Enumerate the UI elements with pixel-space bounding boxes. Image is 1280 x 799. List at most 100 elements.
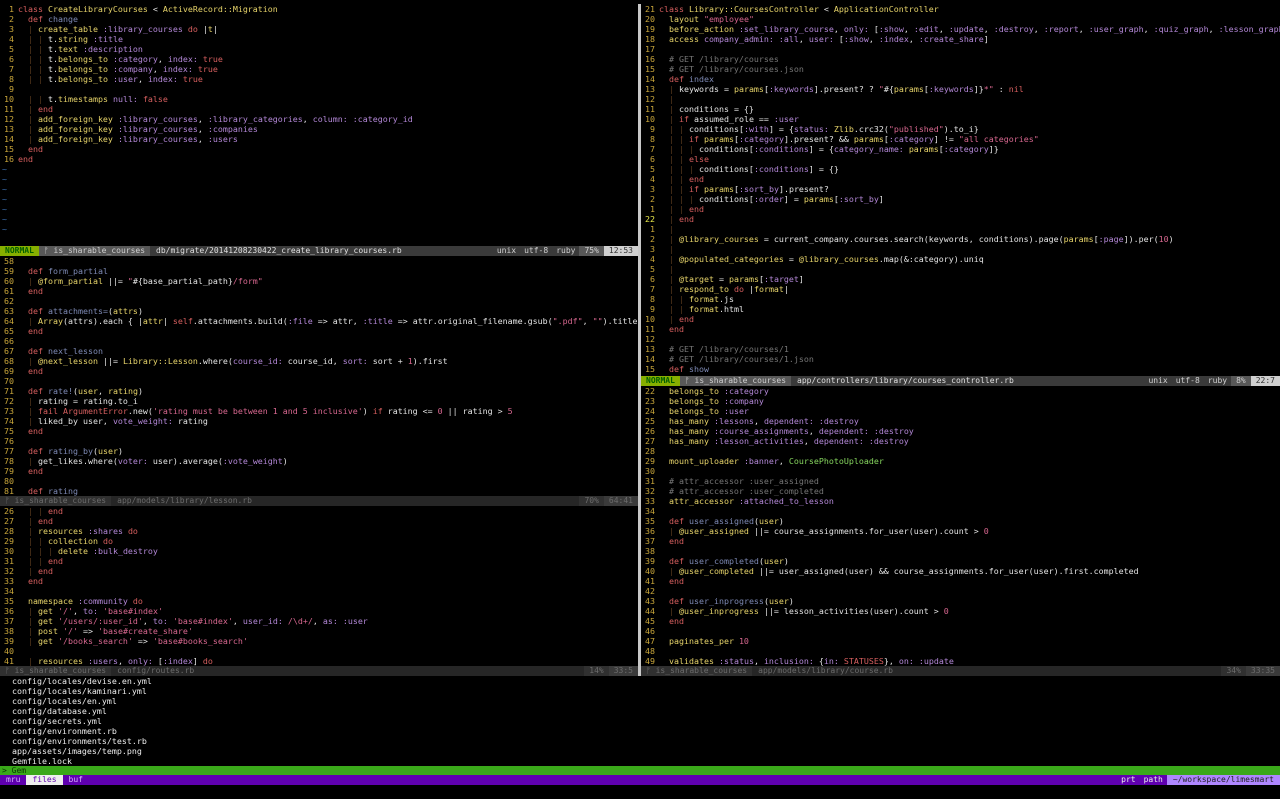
cursor-position: 64:41 <box>603 496 638 506</box>
line-number: 37 <box>4 616 14 626</box>
code-line: 3 | | if params[:sort_by].present? <box>641 184 1280 194</box>
line-number: 38 <box>4 626 14 636</box>
line-number: 63 <box>4 306 14 316</box>
file-result-item[interactable]: config/database.yml <box>12 706 107 716</box>
line-number: 28 <box>4 526 14 536</box>
line-number: ~ <box>2 204 7 214</box>
line-number: 6 <box>9 54 14 64</box>
code-line: 1 class CreateLibraryCourses < ActiveReco… <box>0 4 638 14</box>
code-line: 47 paginates_per 10 <box>641 636 1280 646</box>
code-line: 12 <box>641 334 1280 344</box>
line-code: | | t.timestamps null: false <box>28 94 168 104</box>
code-line: 32 | end <box>0 566 638 576</box>
editor-pane-lesson[interactable]: 58 59 def form_partial 60 | @form_partial … <box>0 256 638 496</box>
line-number: 45 <box>645 616 655 626</box>
code-line: 8 | | format.js <box>641 294 1280 304</box>
code-line: ~ <box>0 194 638 204</box>
code-line: 72 | rating = rating.to_i <box>0 396 638 406</box>
line-code: # GET /library/courses <box>669 54 779 64</box>
file-result-item[interactable]: config/environments/test.rb <box>12 736 147 746</box>
line-number: 9 <box>650 304 655 314</box>
tab-files[interactable]: files <box>26 775 63 785</box>
status-line-lesson: ᚠ is_sharable_courses app/models/library… <box>0 496 638 506</box>
file-result-item[interactable]: config/locales/devise.en.yml <box>12 676 152 686</box>
code-line: 74 | liked_by user, vote_weight: rating <box>0 416 638 426</box>
code-line: 41 | resources :users, only: [:index] do <box>0 656 638 666</box>
line-number: 4 <box>9 34 14 44</box>
editor-pane-routes[interactable]: 26 | | end 27 | end 28 | resources :shares… <box>0 506 638 666</box>
line-number: 13 <box>4 124 14 134</box>
file-result-item[interactable]: config/locales/kaminari.yml <box>12 686 147 696</box>
code-line: 9 <box>0 84 638 94</box>
line-code: | post '/' => 'base#create_share' <box>28 626 193 636</box>
code-line: 11 | end <box>0 104 638 114</box>
code-line: 11 | conditions = {} <box>641 104 1280 114</box>
line-number: 14 <box>645 74 655 84</box>
line-code: | fail ArgumentError.new('rating must be… <box>28 406 513 416</box>
line-number: 4 <box>650 254 655 264</box>
editor-pane-course[interactable]: 22 belongs_to :category 23 belongs_to :co… <box>641 386 1280 666</box>
code-line: 10 | | t.timestamps null: false <box>0 94 638 104</box>
code-line: 9 | | format.html <box>641 304 1280 314</box>
line-code: end <box>18 154 33 164</box>
file-result-item[interactable]: config/locales/en.yml <box>12 696 117 706</box>
file-result-item-selected[interactable]: Gemfile.lock <box>12 756 72 766</box>
line-number: 5 <box>9 44 14 54</box>
line-number: 2 <box>650 234 655 244</box>
line-code: end <box>669 616 684 626</box>
line-code: def rate!(user, rating) <box>28 386 143 396</box>
code-line: 28 | resources :shares do <box>0 526 638 536</box>
code-line: 3 | <box>641 244 1280 254</box>
line-number: 7 <box>9 64 14 74</box>
line-number: 1 <box>650 224 655 234</box>
code-line: ~ <box>0 204 638 214</box>
tab-buf[interactable]: buf <box>63 775 89 785</box>
code-lines: 26 | | end 27 | end 28 | resources :shares… <box>0 506 638 666</box>
line-number: 46 <box>645 626 655 636</box>
line-number: 3 <box>9 24 14 34</box>
code-line: 59 def form_partial <box>0 266 638 276</box>
line-number: 78 <box>4 456 14 466</box>
line-number: 38 <box>645 546 655 556</box>
line-code: | end <box>28 104 53 114</box>
code-line: 15 def show <box>641 364 1280 374</box>
line-code: # GET /library/courses/1.json <box>669 354 814 364</box>
file-finder-prompt-input[interactable]: > Gem <box>0 766 1280 775</box>
line-code: | | t.text :description <box>28 44 143 54</box>
line-code: end <box>28 326 43 336</box>
file-result-item[interactable]: config/secrets.yml <box>12 716 102 726</box>
code-line: 38 | post '/' => 'base#create_share' <box>0 626 638 636</box>
line-number: 74 <box>4 416 14 426</box>
line-number: 67 <box>4 346 14 356</box>
status-line-course: ᚠ is_sharable_courses app/models/library… <box>641 666 1280 676</box>
line-number: 31 <box>645 476 655 486</box>
code-line: 27 has_many :lesson_activities, dependen… <box>641 436 1280 446</box>
code-line: 77 def rating_by(user) <box>0 446 638 456</box>
code-line: 31 # attr_accessor :user_assigned <box>641 476 1280 486</box>
code-line: ~ <box>0 174 638 184</box>
line-number: 8 <box>9 74 14 84</box>
line-code: | liked_by user, vote_weight: rating <box>28 416 208 426</box>
line-number: ~ <box>2 194 7 204</box>
line-code: | create_table :library_courses do |t| <box>28 24 218 34</box>
file-result-item[interactable]: config/environment.rb <box>12 726 117 736</box>
line-number: 69 <box>4 366 14 376</box>
line-number: 41 <box>4 656 14 666</box>
code-line: 30 <box>641 466 1280 476</box>
line-code: | end <box>669 314 694 324</box>
line-number: 43 <box>645 596 655 606</box>
line-number: 5 <box>650 264 655 274</box>
code-line: 27 | end <box>0 516 638 526</box>
editor-pane-migration[interactable]: 1 class CreateLibraryCourses < ActiveReco… <box>0 4 638 246</box>
line-code: end <box>28 466 43 476</box>
file-encoding: utf-8 <box>524 246 549 255</box>
file-path: db/migrate/20141208230422_create_library… <box>156 246 402 255</box>
file-type: ruby <box>556 246 576 255</box>
code-line: 20 layout "employee" <box>641 14 1280 24</box>
code-line: 16 # GET /library/courses <box>641 54 1280 64</box>
tab-mru[interactable]: mru <box>0 775 26 785</box>
file-result-item[interactable]: app/assets/images/temp.png <box>12 746 142 756</box>
line-code: | if assumed_role == :user <box>669 114 799 124</box>
line-number: 15 <box>4 144 14 154</box>
editor-pane-controller[interactable]: 21 class Library::CoursesController < App… <box>641 4 1280 376</box>
